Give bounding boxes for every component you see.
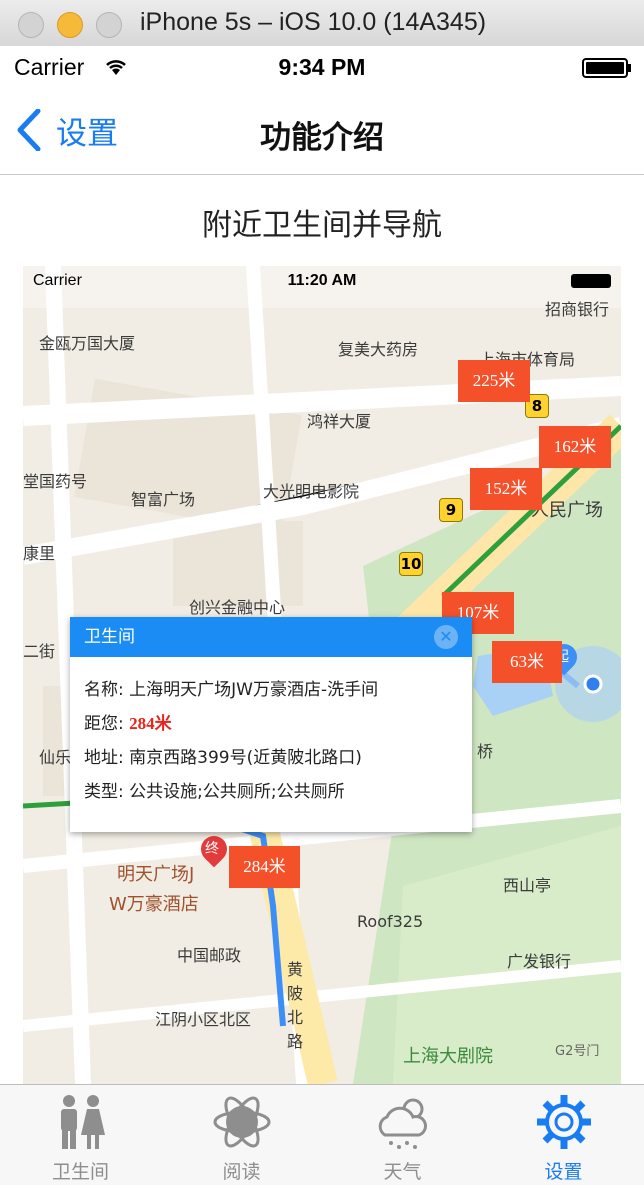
tab-label: 阅读 (222, 1161, 261, 1183)
battery-icon (582, 58, 631, 78)
map-label: 智富广场 (131, 490, 196, 509)
status-time: 9:34 PM (278, 54, 366, 80)
distance-marker[interactable]: 152米 (470, 468, 542, 510)
minimize-window-button[interactable] (57, 12, 83, 38)
popup-header: 卫生间 ✕ (70, 617, 472, 657)
page-title: 功能介绍 (260, 120, 384, 156)
feature-subtitle: 附近卫生间并导航 (202, 208, 442, 243)
simulator-title-bar: iPhone 5s – iOS 10.0 (14A345) (0, 0, 644, 47)
map-label: 创兴金融中心 (189, 598, 286, 617)
close-icon[interactable]: ✕ (434, 625, 458, 649)
distance-marker[interactable]: 284米 (229, 846, 300, 888)
status-bar: Carrier 9:34 PM (0, 46, 644, 88)
map-label: 仙乐 (39, 748, 72, 767)
window-title: iPhone 5s – iOS 10.0 (14A345) (140, 8, 487, 36)
tab-reading[interactable]: 阅读 (161, 1085, 322, 1185)
map-label: 中国邮政 (177, 946, 242, 965)
map-label: 西山亭 (503, 876, 552, 895)
popup-type-label: 类型: (84, 782, 124, 802)
map-label: 康里 (23, 544, 56, 563)
tab-bar: 卫生间 阅读 天气 设置 (0, 1084, 644, 1185)
atom-icon (213, 1096, 270, 1148)
map-label: 明天广场J (117, 864, 195, 885)
popup-title: 卫生间 (84, 627, 135, 647)
map-label: 广发银行 (507, 952, 572, 971)
map-label: 堂国药号 (23, 472, 88, 491)
map-label: 招商银行 (545, 300, 610, 319)
navigation-bar: 设置 功能介绍 (0, 88, 644, 175)
distance-marker[interactable]: 63米 (492, 641, 562, 683)
popup-name-label: 名称: (84, 680, 124, 700)
popup-distance-value: 284米 (129, 714, 172, 733)
popup-address-row: 地址: 南京西路399号(近黄陂北路口) (84, 743, 362, 768)
map-label: 大光明电影院 (263, 482, 360, 501)
popup-type-value: 公共设施;公共厕所;公共厕所 (129, 782, 345, 802)
popup-type-row: 类型: 公共设施;公共厕所;公共厕所 (84, 777, 345, 802)
map-label: 江阴小区北区 (155, 1010, 252, 1029)
tab-restroom[interactable]: 卫生间 (0, 1085, 161, 1185)
route-badge: 9 (439, 498, 463, 522)
weather-icon (378, 1098, 427, 1149)
map-label: 复美大药房 (338, 340, 419, 359)
tab-label: 卫生间 (51, 1161, 109, 1183)
map-label: 鸿祥大厦 (307, 412, 372, 431)
popup-name-row: 名称: 上海明天广场JW万豪酒店-洗手间 (84, 675, 378, 700)
popup-distance-row: 距您: 284米 (84, 709, 172, 734)
route-badge: 10 (399, 552, 423, 576)
map-label: Roof325 (357, 912, 424, 931)
inner-status-time: 11:20 AM (287, 272, 357, 289)
distance-marker[interactable]: 162米 (539, 426, 611, 468)
map-label: 黄陂北路 (287, 960, 304, 1051)
restroom-icon (60, 1095, 105, 1149)
popup-name-value: 上海明天广场JW万豪酒店-洗手间 (129, 680, 379, 700)
distance-marker[interactable]: 225米 (458, 360, 530, 402)
zoom-window-button[interactable] (96, 12, 122, 38)
map-label: G2号门 (555, 1044, 600, 1059)
map-label: 二街 (23, 642, 56, 661)
popup-address-value: 南京西路399号(近黄陂北路口) (129, 748, 362, 768)
popup-address-label: 地址: (84, 748, 124, 768)
feature-screenshot: Carrier 11:20 AM 招商银行 金瓯万国大厦 复美大药房 上海市体育… (23, 266, 621, 1084)
tab-weather[interactable]: 天气 (322, 1085, 483, 1185)
inner-battery-icon (571, 274, 611, 288)
restroom-info-popup: 卫生间 ✕ 名称: 上海明天广场JW万豪酒店-洗手间 距您: 284米 地址: … (70, 617, 472, 832)
tab-label: 设置 (544, 1161, 583, 1183)
map-label: W万豪酒店 (109, 894, 199, 915)
map-label: 上海大剧院 (403, 1046, 493, 1067)
gear-icon (536, 1095, 591, 1149)
tab-label: 天气 (383, 1161, 422, 1183)
tab-settings[interactable]: 设置 (483, 1085, 644, 1185)
close-window-button[interactable] (18, 12, 44, 38)
popup-distance-label: 距您: (84, 714, 124, 734)
map-label: 金瓯万国大厦 (39, 334, 136, 353)
destination-pin-label: 终 (205, 841, 219, 857)
map-label: 桥 (477, 742, 494, 761)
